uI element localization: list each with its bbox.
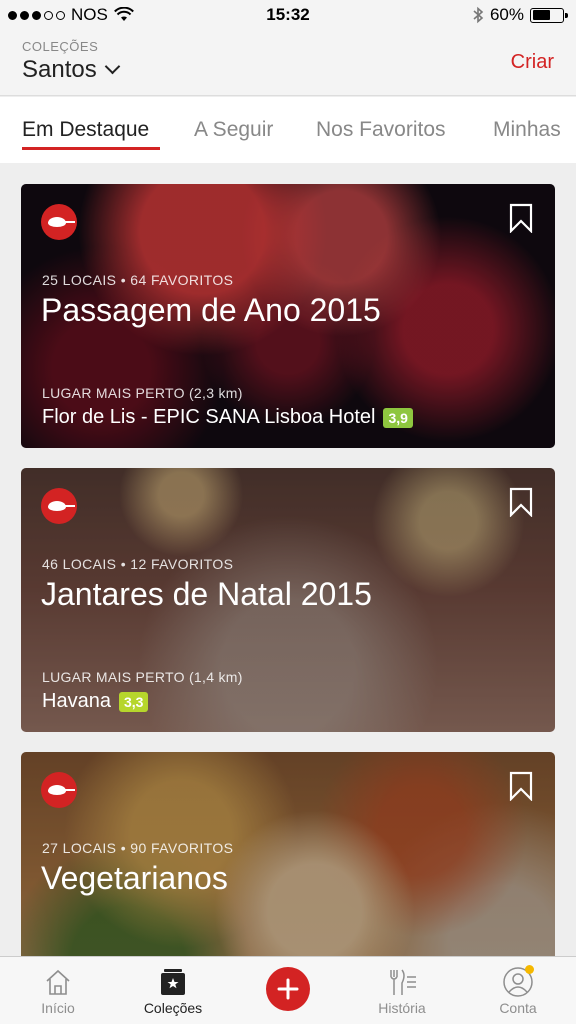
nearest-place: Flor de Lis - EPIC SANA Lisboa Hotel 3,9: [42, 406, 413, 429]
tab-home-label: Início: [41, 1000, 75, 1016]
place-name: Havana: [42, 690, 111, 712]
bookmark-icon[interactable]: [509, 487, 533, 517]
collection-card[interactable]: 46 LOCAIS • 12 FAVORITOS Jantares de Nat…: [21, 468, 555, 732]
tab-featured[interactable]: Em Destaque: [22, 118, 149, 142]
card-meta: 25 LOCAIS • 64 FAVORITOS: [42, 272, 234, 288]
home-icon: [46, 969, 70, 995]
card-title: Jantares de Natal 2015: [41, 576, 372, 612]
tab-home[interactable]: Início: [8, 957, 108, 1024]
zomato-logo-icon: [41, 204, 77, 240]
city-name: Santos: [22, 56, 97, 83]
status-bar: NOS 15:32 60%: [0, 0, 576, 30]
battery-fill: [532, 10, 550, 20]
bottom-tab-bar: Início Coleções História Conta: [0, 956, 576, 1024]
card-title: Vegetarianos: [41, 860, 228, 896]
header-subtitle: COLEÇÕES: [22, 39, 99, 54]
tab-account[interactable]: Conta: [468, 957, 568, 1024]
card-title: Passagem de Ano 2015: [41, 292, 381, 328]
zomato-logo-icon: [41, 772, 77, 808]
bookmark-icon[interactable]: [509, 203, 533, 233]
tab-history-label: História: [378, 1000, 426, 1016]
tab-favorites[interactable]: Nos Favoritos: [316, 118, 446, 142]
battery-icon: [530, 7, 568, 23]
add-icon: [277, 978, 299, 1000]
battery-percent: 60%: [489, 5, 524, 24]
card-meta: 27 LOCAIS • 90 FAVORITOS: [42, 840, 234, 856]
bluetooth-icon: [473, 6, 484, 24]
collections-feed[interactable]: 25 LOCAIS • 64 FAVORITOS Passagem de Ano…: [0, 163, 576, 956]
city-selector[interactable]: Santos: [22, 56, 120, 84]
rating-badge: 3,9: [383, 407, 413, 428]
status-right: 60%: [472, 5, 568, 25]
add-button[interactable]: [266, 967, 310, 1011]
card-meta: 46 LOCAIS • 12 FAVORITOS: [42, 556, 234, 572]
collection-card[interactable]: 27 LOCAIS • 90 FAVORITOS Vegetarianos: [21, 752, 555, 956]
tab-collections-label: Coleções: [143, 1000, 203, 1016]
chevron-down-icon: [104, 58, 120, 75]
notification-dot: [525, 965, 534, 974]
tab-mine[interactable]: Minhas: [493, 118, 561, 142]
collections-header: COLEÇÕES Santos Criar: [0, 30, 576, 96]
collections-icon: [161, 969, 185, 995]
tab-account-label: Conta: [499, 1000, 537, 1016]
place-name: Flor de Lis - EPIC SANA Lisboa Hotel: [42, 406, 376, 428]
active-tab-indicator: [22, 147, 160, 150]
tab-following[interactable]: A Seguir: [194, 118, 273, 142]
collection-tabs: Em Destaque A Seguir Nos Favoritos Minha…: [0, 97, 576, 163]
tab-history[interactable]: História: [352, 957, 452, 1024]
create-button[interactable]: Criar: [511, 51, 554, 74]
nearest-place-label: LUGAR MAIS PERTO (1,4 km): [42, 669, 243, 685]
nearest-place-label: LUGAR MAIS PERTO (2,3 km): [42, 385, 243, 401]
nearest-place: Havana 3,3: [42, 690, 149, 713]
cutlery-list-icon: [390, 969, 416, 995]
rating-badge: 3,3: [118, 691, 149, 712]
bookmark-icon[interactable]: [509, 771, 533, 801]
zomato-logo-icon: [41, 488, 77, 524]
collection-card[interactable]: 25 LOCAIS • 64 FAVORITOS Passagem de Ano…: [21, 184, 555, 448]
tab-collections[interactable]: Coleções: [123, 957, 223, 1024]
